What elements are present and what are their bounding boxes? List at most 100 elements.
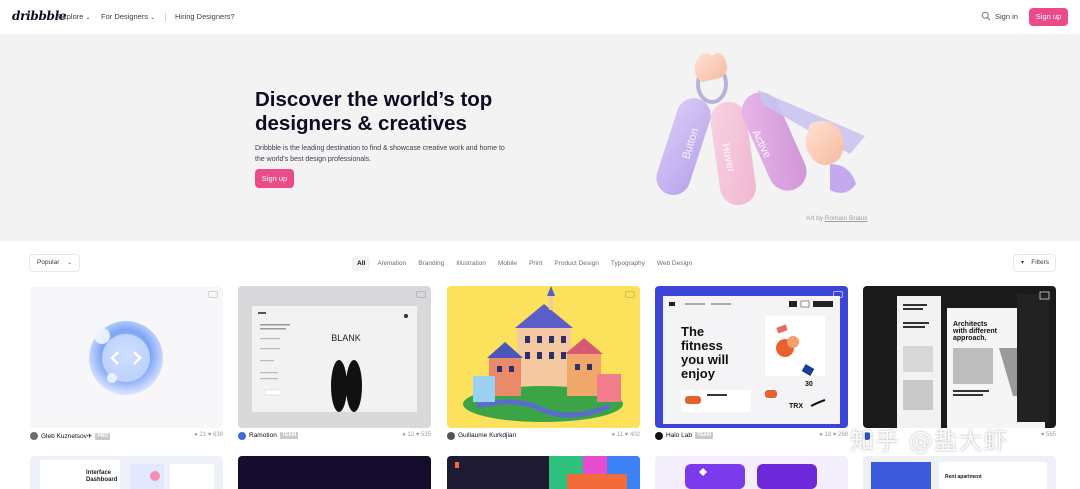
tab-typography[interactable]: Typography (606, 256, 650, 271)
shot-art-brand: TRX (789, 403, 803, 410)
shot-thumbnail (89, 321, 163, 395)
heart-icon[interactable]: ♥ (416, 432, 420, 438)
tab-web-design[interactable]: Web Design (652, 256, 697, 271)
shot-thumbnail: The fitness you will enjoy 30 TRX (663, 296, 840, 424)
shot-art-text: Rent apartment (945, 474, 982, 480)
shot-art-text: you will (681, 352, 729, 367)
comment-icon: ● (819, 432, 823, 438)
pro-badge: PRO (95, 433, 111, 440)
shot-art-text: with different (952, 328, 998, 335)
like-count: 535 (420, 432, 431, 438)
shot-art-text: Interface (86, 470, 112, 476)
shot-art-text: Dashboard (86, 477, 118, 483)
heart-icon[interactable]: ♥ (208, 432, 212, 438)
shot-card[interactable]: Interface Dashboard (30, 456, 223, 489)
sleeve (830, 164, 856, 193)
shot-stats: ♥ 565 (1041, 432, 1056, 438)
avatar[interactable] (655, 432, 663, 440)
like-count: 402 (629, 432, 640, 438)
nav-explore[interactable]: Explore ⌄ (58, 12, 90, 21)
tab-all[interactable]: All (352, 256, 371, 271)
avatar[interactable] (447, 432, 455, 440)
shot-card[interactable]: The fitness you will enjoy 30 TRX (655, 286, 848, 428)
author-name[interactable]: Gleb Kuznetsov✈ PRO (41, 432, 111, 440)
art-credit-prefix: Art by (806, 215, 823, 222)
author-name-text: Gleb Kuznetsov✈ (41, 433, 93, 440)
shot-art-text: Architects (953, 321, 987, 328)
nav-divider (165, 12, 166, 22)
author-name[interactable]: Guillaume Kurkdjian (458, 432, 516, 439)
shot-meta: Gleb Kuznetsov✈ PRO ● 21 ♥ 639 (30, 431, 223, 442)
nav-explore-label: Explore (58, 12, 84, 21)
author-name[interactable]: Halo Lab TEAM (666, 432, 714, 439)
comment-icon: ● (194, 432, 198, 438)
hero-title-line: Discover the world’s top (255, 88, 493, 111)
tab-illustration[interactable]: Illustration (451, 256, 491, 271)
comment-icon: ● (611, 432, 616, 438)
shot-card[interactable]: Rent apartment (863, 456, 1056, 489)
shot-card[interactable]: BLANK (238, 286, 431, 428)
watermark: 知乎 @盐大虾 (850, 427, 1009, 455)
author-name[interactable]: Ramotion TEAM (249, 432, 298, 439)
heart-icon[interactable]: ♥ (833, 432, 837, 438)
avatar[interactable] (238, 432, 246, 440)
like-count: 639 (212, 432, 223, 438)
filters-button[interactable]: ▾ Filters (1013, 254, 1056, 272)
shot-meta: Guillaume Kurkdjian ● 11 ♥ 402 (447, 431, 640, 442)
shot-art-text: BLANK (331, 333, 361, 343)
shot-art-text: The (681, 324, 704, 339)
team-badge: TEAM (695, 432, 714, 439)
shot-card[interactable] (655, 456, 848, 489)
chevron-down-icon: ⌄ (85, 15, 91, 21)
art-credit-author-link[interactable]: Romain Briaux (825, 215, 868, 222)
sign-in-link[interactable]: Sign in (995, 12, 1018, 21)
shot-card[interactable] (447, 456, 640, 489)
gif-icon (416, 291, 426, 298)
hero-title-line: designers & creatives (255, 112, 467, 135)
shot-card[interactable] (30, 286, 223, 428)
hero-sign-up-button[interactable]: Sign up (255, 169, 294, 188)
heart-icon[interactable]: ♥ (625, 432, 629, 438)
nav-hiring-designers[interactable]: Hiring Designers? (175, 12, 235, 21)
tab-product-design[interactable]: Product Design (549, 256, 603, 271)
like-count: 565 (1045, 432, 1056, 438)
shot-thumbnail: BLANK (252, 306, 417, 412)
tab-print[interactable]: Print (524, 256, 547, 271)
avatar[interactable] (30, 432, 38, 440)
shot-thumbnail (463, 286, 623, 422)
tab-mobile[interactable]: Mobile (493, 256, 522, 271)
hero-description: Dribbble is the leading destination to f… (255, 144, 520, 165)
shot-stats: ● 21 ♥ 639 (194, 432, 223, 438)
shot-stats: ● 12 ♥ 535 (402, 432, 431, 438)
tab-branding[interactable]: Branding (413, 256, 449, 271)
nav-for-designers[interactable]: For Designers ⌄ (101, 12, 155, 21)
shot-card[interactable]: Architects with different approach. (863, 286, 1056, 428)
shot-meta: Halo Lab TEAM ● 18 ♥ 288 (655, 431, 848, 442)
shot-art-number: 30 (805, 381, 813, 388)
shot-stats: ● 18 ♥ 288 (819, 432, 848, 438)
shot-meta: Ramotion TEAM ● 12 ♥ 535 (238, 431, 431, 442)
sort-dropdown-value: Popular (37, 259, 60, 266)
comment-count: 18 (824, 432, 832, 438)
shot-thumbnail (455, 456, 640, 489)
like-count: 288 (837, 432, 848, 438)
sort-dropdown[interactable]: Popular ⌄ (29, 254, 80, 272)
sign-up-button[interactable]: Sign up (1029, 8, 1068, 26)
tab-animation[interactable]: Animation (372, 256, 411, 271)
shot-thumbnail: Interface Dashboard (40, 460, 214, 489)
hand-left (694, 53, 728, 82)
shot-art-text: fitness (681, 338, 723, 353)
tag-button: Button (656, 98, 711, 195)
heart-icon[interactable]: ♥ (1041, 432, 1045, 438)
search-icon[interactable] (981, 11, 991, 21)
comment-count: 11 (616, 432, 624, 438)
shot-card[interactable] (238, 456, 431, 489)
comment-count: 12 (407, 432, 415, 438)
author-name-text: Halo Lab (666, 432, 693, 439)
author-name-text: Ramotion (249, 432, 277, 439)
nav-for-designers-label: For Designers (101, 12, 149, 21)
comment-icon: ● (402, 432, 406, 438)
shot-card[interactable] (447, 286, 640, 428)
shot-art-text: approach. (953, 335, 987, 342)
shot-thumbnail (685, 464, 817, 489)
